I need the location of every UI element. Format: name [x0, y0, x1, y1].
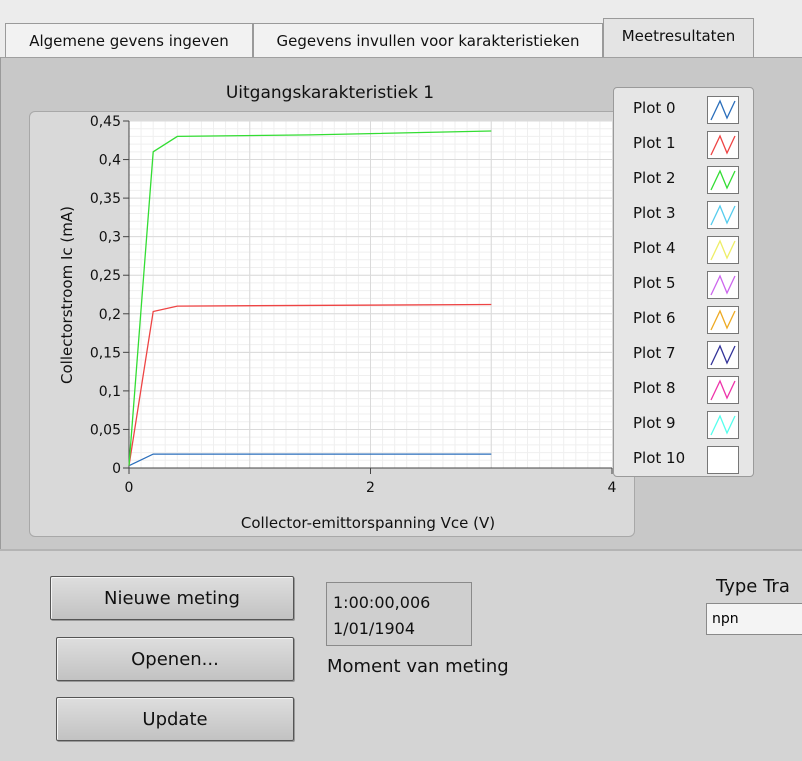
- legend-label: Plot 4: [633, 239, 676, 257]
- y-tick-label: 0,15: [90, 345, 121, 361]
- y-tick-label: 0: [112, 461, 121, 477]
- legend-swatch-icon: [707, 166, 739, 194]
- legend-item-plot-4[interactable]: Plot 4: [614, 232, 755, 267]
- plot-line-icon: [710, 379, 736, 401]
- x-axis-label: Collector-emittorspanning Vce (V): [241, 514, 495, 532]
- timestamp-date: 1/01/1904: [333, 619, 416, 638]
- legend-swatch-icon: [707, 236, 739, 264]
- legend-item-plot-5[interactable]: Plot 5: [614, 267, 755, 302]
- measurement-timestamp: 1:00:00,006 1/01/1904: [326, 582, 472, 646]
- y-tick-label: 0,35: [90, 191, 121, 207]
- x-tick-labels: 0 2 4: [125, 480, 617, 496]
- legend-label: Plot 2: [633, 169, 676, 187]
- plot-legend[interactable]: Plot 0 Plot 1 Plot 2 Plot 3 Plot 4 Plot 5 Plot…: [613, 87, 754, 477]
- y-tick-label: 0,05: [90, 422, 121, 438]
- legend-swatch-icon: [707, 376, 739, 404]
- y-tick-label: 0,25: [90, 268, 121, 284]
- timestamp-time: 1:00:00,006: [333, 593, 431, 612]
- plot-line-icon: [710, 134, 736, 156]
- plot-line-icon: [710, 239, 736, 261]
- legend-label: Plot 0: [633, 99, 676, 117]
- legend-label: Plot 3: [633, 204, 676, 222]
- legend-label: Plot 8: [633, 379, 676, 397]
- y-tick-label: 0,45: [90, 114, 121, 130]
- plot-line-icon: [710, 414, 736, 436]
- legend-item-plot-0[interactable]: Plot 0: [614, 92, 755, 127]
- legend-swatch-icon: [707, 131, 739, 159]
- legend-item-plot-8[interactable]: Plot 8: [614, 372, 755, 407]
- y-axis-label: Collectorstroom Ic (mA): [58, 206, 76, 384]
- plot-line-icon: [710, 169, 736, 191]
- new-measurement-button[interactable]: Nieuwe meting: [50, 576, 294, 620]
- legend-item-plot-7[interactable]: Plot 7: [614, 337, 755, 372]
- x-tick-label: 0: [125, 480, 134, 496]
- legend-label: Plot 10: [633, 449, 686, 467]
- plot-line-icon: [710, 99, 736, 121]
- x-tick-label: 2: [366, 480, 375, 496]
- legend-label: Plot 9: [633, 414, 676, 432]
- legend-item-plot-1[interactable]: Plot 1: [614, 127, 755, 162]
- type-transistor-field[interactable]: npn: [706, 603, 802, 635]
- y-tick-label: 0,2: [99, 307, 121, 323]
- plot-line-icon: [710, 274, 736, 296]
- legend-item-plot-3[interactable]: Plot 3: [614, 197, 755, 232]
- y-tick-label: 0,4: [99, 153, 121, 169]
- plot-line-icon: [710, 204, 736, 226]
- legend-swatch-icon: [707, 411, 739, 439]
- legend-swatch-icon: [707, 446, 739, 474]
- legend-label: Plot 6: [633, 309, 676, 327]
- y-tick-label: 0,3: [99, 230, 121, 246]
- legend-label: Plot 5: [633, 274, 676, 292]
- legend-item-plot-6[interactable]: Plot 6: [614, 302, 755, 337]
- legend-item-plot-10[interactable]: Plot 10: [614, 442, 755, 477]
- type-transistor-label: Type Tra: [716, 576, 790, 597]
- y-tick-labels: 0 0,05 0,1 0,15 0,2 0,25 0,3 0,35 0,4 0,45: [90, 114, 121, 477]
- legend-swatch-icon: [707, 271, 739, 299]
- y-tick-label: 0,1: [99, 384, 121, 400]
- legend-label: Plot 7: [633, 344, 676, 362]
- update-button[interactable]: Update: [56, 697, 294, 741]
- timestamp-caption: Moment van meting: [327, 656, 509, 677]
- legend-item-plot-9[interactable]: Plot 9: [614, 407, 755, 442]
- x-tick-label: 4: [608, 480, 617, 496]
- open-button[interactable]: Openen...: [56, 637, 294, 681]
- plot-line-icon: [710, 344, 736, 366]
- legend-swatch-icon: [707, 201, 739, 229]
- legend-swatch-icon: [707, 96, 739, 124]
- legend-label: Plot 1: [633, 134, 676, 152]
- legend-swatch-icon: [707, 341, 739, 369]
- legend-swatch-icon: [707, 306, 739, 334]
- legend-item-plot-2[interactable]: Plot 2: [614, 162, 755, 197]
- plot-line-icon: [710, 309, 736, 331]
